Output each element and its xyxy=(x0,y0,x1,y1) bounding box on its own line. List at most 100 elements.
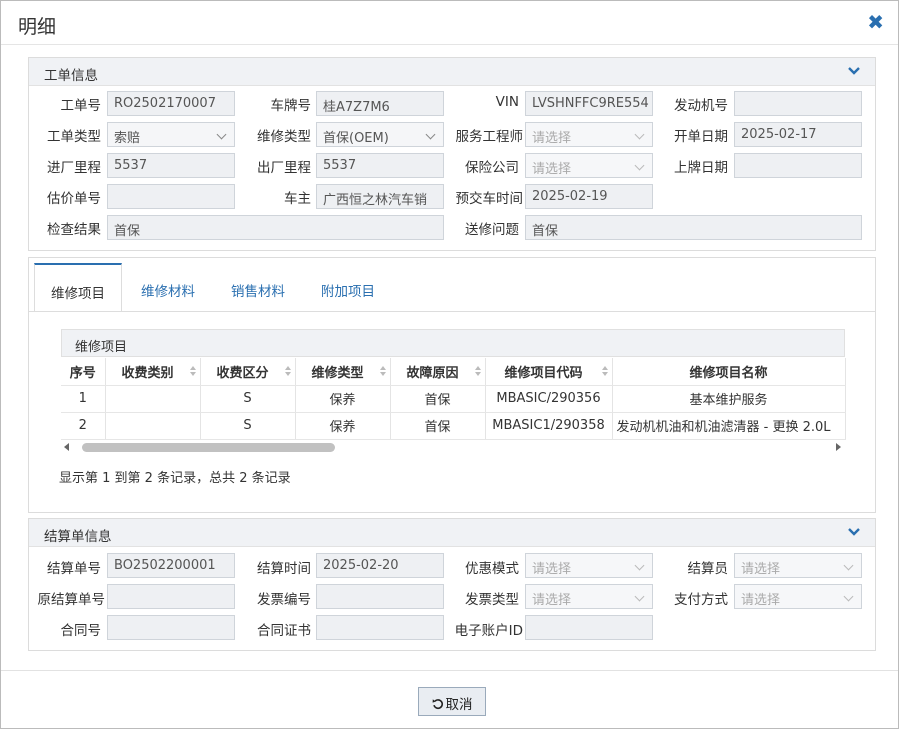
dialog-title: 明细 xyxy=(18,16,57,38)
col-header-label: 维修类型 xyxy=(311,365,364,381)
records-summary: 显示第 1 到第 2 条记录，总共 2 条记录 xyxy=(59,471,291,486)
vin-label: VIN xyxy=(495,94,519,110)
cell-charge-category xyxy=(105,412,201,440)
work-order-panel-header[interactable]: 工单信息 xyxy=(29,58,875,86)
owner-label: 车主 xyxy=(284,191,311,207)
scrollbar-thumb[interactable] xyxy=(82,443,335,452)
invoice-type-placeholder: 请选择 xyxy=(532,593,572,608)
cell-item-name: 基本维护服务 xyxy=(612,385,846,413)
cell-repair-type: 保养 xyxy=(295,385,391,413)
insurer-select[interactable]: 请选择 xyxy=(525,153,653,178)
chevron-down-icon[interactable] xyxy=(847,525,861,539)
tab-repair-materials[interactable]: 维修材料 xyxy=(124,263,212,311)
insurer-label: 保险公司 xyxy=(465,160,519,176)
repair-type-select[interactable]: 首保(OEM) xyxy=(316,122,444,147)
settlement-panel-title: 结算单信息 xyxy=(44,529,112,545)
cell-fault-cause: 首保 xyxy=(390,385,486,413)
e-account-field[interactable] xyxy=(525,615,653,640)
invoice-no-label: 发票编号 xyxy=(257,592,311,608)
work-order-panel-title: 工单信息 xyxy=(44,68,98,84)
order-type-select[interactable]: 索赔 xyxy=(107,122,235,147)
inspection-field[interactable]: 首保 xyxy=(107,215,444,240)
chevron-down-icon xyxy=(634,160,645,171)
settler-label: 结算员 xyxy=(687,561,729,577)
col-header-charge-class[interactable]: 收费区分 xyxy=(200,358,296,386)
tab-sales-materials[interactable]: 销售材料 xyxy=(214,263,302,311)
settler-select[interactable]: 请选择 xyxy=(734,553,862,578)
discount-mode-select[interactable]: 请选择 xyxy=(525,553,653,578)
grid-caption-bar: 维修项目 xyxy=(61,329,845,357)
owner-field[interactable]: 广西恒之林汽车销 xyxy=(316,184,444,209)
delivery-time-label: 预交车时间 xyxy=(455,191,524,207)
tab-repair-items[interactable]: 维修项目 xyxy=(34,263,122,311)
invoice-type-select[interactable]: 请选择 xyxy=(525,584,653,609)
settlement-panel-header[interactable]: 结算单信息 xyxy=(29,519,875,547)
repair-type-value: 首保(OEM) xyxy=(323,131,389,146)
detail-dialog: 明细 ✖ 工单信息 工单号 RO2502170007 车牌号 桂A7Z7M6 V… xyxy=(0,0,899,729)
settler-placeholder: 请选择 xyxy=(741,562,781,577)
pay-method-select[interactable]: 请选择 xyxy=(734,584,862,609)
table-row[interactable]: 2 S 保养 首保 MBASIC1/290358 发动机机油和机油滤清器 - 更… xyxy=(61,412,846,440)
chevron-down-icon xyxy=(425,129,436,140)
open-date-label: 开单日期 xyxy=(674,129,728,145)
order-type-label: 工单类型 xyxy=(47,129,101,145)
delivery-time-field[interactable]: 2025-02-19 xyxy=(525,184,653,209)
contract-cert-field[interactable] xyxy=(316,615,444,640)
order-type-value: 索赔 xyxy=(114,131,141,146)
settle-no-field[interactable]: BO2502200001 xyxy=(107,553,235,578)
plate-field[interactable]: 桂A7Z7M6 xyxy=(316,91,444,116)
discount-mode-placeholder: 请选择 xyxy=(532,562,572,577)
service-engineer-select[interactable]: 请选择 xyxy=(525,122,653,147)
cancel-button[interactable]: 取消 xyxy=(418,687,486,716)
table-row[interactable]: 1 S 保养 首保 MBASIC/290356 基本维护服务 xyxy=(61,385,846,413)
issue-field[interactable]: 首保 xyxy=(525,215,862,240)
col-header-seq: 序号 xyxy=(61,358,106,386)
chevron-down-icon xyxy=(216,129,227,140)
col-header-repair-type[interactable]: 维修类型 xyxy=(295,358,391,386)
cell-charge-class: S xyxy=(200,385,296,413)
col-header-item-code[interactable]: 维修项目代码 xyxy=(485,358,613,386)
settle-no-label: 结算单号 xyxy=(47,561,101,577)
engine-no-field[interactable] xyxy=(734,91,862,116)
out-mileage-field[interactable]: 5537 xyxy=(316,153,444,178)
service-engineer-placeholder: 请选择 xyxy=(532,131,572,146)
tab-extra-items[interactable]: 附加项目 xyxy=(304,263,392,311)
sort-icon xyxy=(601,366,608,377)
work-order-panel: 工单信息 工单号 RO2502170007 车牌号 桂A7Z7M6 VIN LV… xyxy=(28,57,876,251)
estimate-no-label: 估价单号 xyxy=(47,191,101,207)
col-header-charge-category[interactable]: 收费类别 xyxy=(105,358,201,386)
footer-divider xyxy=(1,670,898,671)
e-account-label: 电子账户ID xyxy=(454,623,523,639)
plate-date-label: 上牌日期 xyxy=(674,160,728,176)
in-mileage-label: 进厂里程 xyxy=(47,160,101,176)
close-icon[interactable]: ✖ xyxy=(867,11,884,33)
chevron-down-icon[interactable] xyxy=(847,64,861,78)
settle-time-field[interactable]: 2025-02-20 xyxy=(316,553,444,578)
orig-settle-no-field[interactable] xyxy=(107,584,235,609)
col-header-fault-cause[interactable]: 故障原因 xyxy=(390,358,486,386)
invoice-type-label: 发票类型 xyxy=(465,592,519,608)
plate-date-field[interactable] xyxy=(734,153,862,178)
open-date-field[interactable]: 2025-02-17 xyxy=(734,122,862,147)
order-no-label: 工单号 xyxy=(60,98,102,114)
vin-field[interactable]: LVSHNFFC9RE554 xyxy=(525,91,653,116)
discount-mode-label: 优惠模式 xyxy=(465,561,519,577)
invoice-no-field[interactable] xyxy=(316,584,444,609)
tab-divider xyxy=(29,311,875,312)
order-no-field[interactable]: RO2502170007 xyxy=(107,91,235,116)
dialog-title-bar: 明细 ✖ xyxy=(1,1,898,45)
sort-icon xyxy=(379,366,386,377)
service-engineer-label: 服务工程师 xyxy=(455,129,524,145)
scroll-right-icon[interactable] xyxy=(836,443,841,451)
col-header-item-name: 维修项目名称 xyxy=(612,358,846,386)
contract-cert-label: 合同证书 xyxy=(257,623,311,639)
cell-item-code: MBASIC/290356 xyxy=(485,385,613,413)
contract-no-field[interactable] xyxy=(107,615,235,640)
col-header-label: 故障原因 xyxy=(406,365,459,381)
sort-icon xyxy=(284,366,291,377)
plate-label: 车牌号 xyxy=(270,98,312,114)
scroll-left-icon[interactable] xyxy=(64,443,69,451)
in-mileage-field[interactable]: 5537 xyxy=(107,153,235,178)
horizontal-scrollbar[interactable] xyxy=(61,440,845,454)
estimate-no-field[interactable] xyxy=(107,184,235,209)
